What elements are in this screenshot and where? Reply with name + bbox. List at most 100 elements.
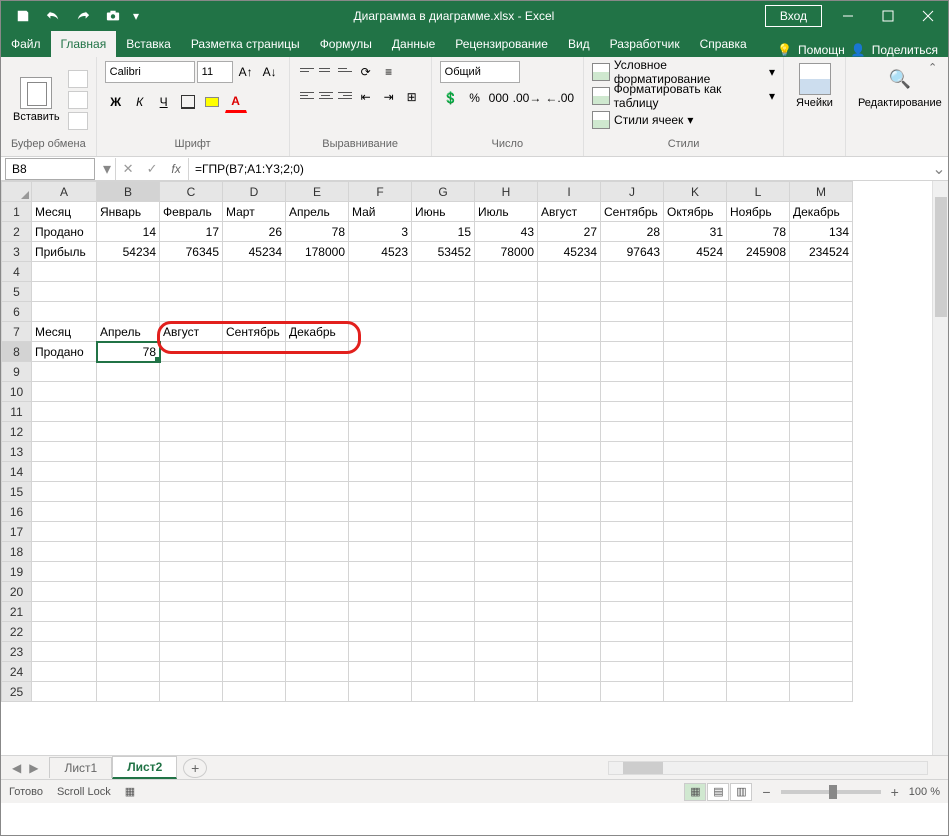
cell-M22[interactable] <box>790 622 853 642</box>
decrease-decimal-button[interactable]: ←.00 <box>544 87 575 109</box>
cell-F20[interactable] <box>349 582 412 602</box>
cell-G24[interactable] <box>412 662 475 682</box>
zoom-in-button[interactable]: + <box>891 784 899 800</box>
row-header-4[interactable]: 4 <box>2 262 32 282</box>
cell-D24[interactable] <box>223 662 286 682</box>
cell-I7[interactable] <box>538 322 601 342</box>
cell-M18[interactable] <box>790 542 853 562</box>
row-header-8[interactable]: 8 <box>2 342 32 362</box>
cut-button[interactable] <box>68 70 88 88</box>
cell-M5[interactable] <box>790 282 853 302</box>
tell-me-label[interactable]: Помощн <box>798 43 845 57</box>
cell-I8[interactable] <box>538 342 601 362</box>
fill-color-button[interactable] <box>201 91 223 113</box>
cell-C1[interactable]: Февраль <box>160 202 223 222</box>
grow-font-button[interactable]: A↑ <box>235 61 257 83</box>
cell-D2[interactable]: 26 <box>223 222 286 242</box>
cell-E6[interactable] <box>286 302 349 322</box>
cell-H8[interactable] <box>475 342 538 362</box>
cell-G2[interactable]: 15 <box>412 222 475 242</box>
cell-K24[interactable] <box>664 662 727 682</box>
collapse-ribbon-icon[interactable]: ⌃ <box>928 61 944 77</box>
cell-A6[interactable] <box>32 302 97 322</box>
row-header-10[interactable]: 10 <box>2 382 32 402</box>
cell-K16[interactable] <box>664 502 727 522</box>
cell-C20[interactable] <box>160 582 223 602</box>
cell-L6[interactable] <box>727 302 790 322</box>
cell-K10[interactable] <box>664 382 727 402</box>
orientation-button[interactable]: ⟳ <box>355 61 377 83</box>
align-bottom-button[interactable] <box>336 61 354 79</box>
cell-K7[interactable] <box>664 322 727 342</box>
zoom-slider[interactable] <box>781 790 881 794</box>
cell-A23[interactable] <box>32 642 97 662</box>
cell-C13[interactable] <box>160 442 223 462</box>
wrap-text-button[interactable]: ≡ <box>378 61 400 83</box>
cell-A19[interactable] <box>32 562 97 582</box>
cell-C22[interactable] <box>160 622 223 642</box>
format-painter-button[interactable] <box>68 112 88 130</box>
cell-B13[interactable] <box>97 442 160 462</box>
cell-B3[interactable]: 54234 <box>97 242 160 262</box>
row-header-24[interactable]: 24 <box>2 662 32 682</box>
tab-developer[interactable]: Разработчик <box>600 31 690 57</box>
cell-G21[interactable] <box>412 602 475 622</box>
cell-G7[interactable] <box>412 322 475 342</box>
cell-H24[interactable] <box>475 662 538 682</box>
col-header-E[interactable]: E <box>286 182 349 202</box>
cell-A9[interactable] <box>32 362 97 382</box>
vertical-scrollbar[interactable] <box>932 181 948 755</box>
cell-H13[interactable] <box>475 442 538 462</box>
cell-F13[interactable] <box>349 442 412 462</box>
cell-C7[interactable]: Август <box>160 322 223 342</box>
cell-B4[interactable] <box>97 262 160 282</box>
cell-H25[interactable] <box>475 682 538 702</box>
cell-G20[interactable] <box>412 582 475 602</box>
cell-D15[interactable] <box>223 482 286 502</box>
cell-D13[interactable] <box>223 442 286 462</box>
share-button[interactable]: Поделиться <box>872 43 938 57</box>
row-header-3[interactable]: 3 <box>2 242 32 262</box>
cell-K1[interactable]: Октябрь <box>664 202 727 222</box>
col-header-A[interactable]: A <box>32 182 97 202</box>
cell-E20[interactable] <box>286 582 349 602</box>
cell-F8[interactable] <box>349 342 412 362</box>
cell-M1[interactable]: Декабрь <box>790 202 853 222</box>
row-header-13[interactable]: 13 <box>2 442 32 462</box>
cell-F2[interactable]: 3 <box>349 222 412 242</box>
cell-J16[interactable] <box>601 502 664 522</box>
cell-E25[interactable] <box>286 682 349 702</box>
cell-I9[interactable] <box>538 362 601 382</box>
cell-D12[interactable] <box>223 422 286 442</box>
cell-M12[interactable] <box>790 422 853 442</box>
cell-K25[interactable] <box>664 682 727 702</box>
cell-L23[interactable] <box>727 642 790 662</box>
cell-L7[interactable] <box>727 322 790 342</box>
cell-L11[interactable] <box>727 402 790 422</box>
cell-A18[interactable] <box>32 542 97 562</box>
cell-D17[interactable] <box>223 522 286 542</box>
cell-J17[interactable] <box>601 522 664 542</box>
vscroll-thumb[interactable] <box>935 197 947 317</box>
cell-J23[interactable] <box>601 642 664 662</box>
sheet-nav-prev-icon[interactable]: ◀ <box>9 761 24 775</box>
cell-L4[interactable] <box>727 262 790 282</box>
tab-file[interactable]: Файл <box>1 31 51 57</box>
cell-A4[interactable] <box>32 262 97 282</box>
formula-input[interactable] <box>189 158 930 180</box>
cell-H9[interactable] <box>475 362 538 382</box>
col-header-L[interactable]: L <box>727 182 790 202</box>
enter-formula-button[interactable]: ✓ <box>140 158 164 180</box>
redo-icon[interactable] <box>69 4 97 28</box>
increase-decimal-button[interactable]: .00→ <box>512 87 543 109</box>
cell-F4[interactable] <box>349 262 412 282</box>
cell-J1[interactable]: Сентябрь <box>601 202 664 222</box>
cell-B9[interactable] <box>97 362 160 382</box>
cell-D22[interactable] <box>223 622 286 642</box>
cell-D3[interactable]: 45234 <box>223 242 286 262</box>
cancel-formula-button[interactable]: ✕ <box>116 158 140 180</box>
cell-H21[interactable] <box>475 602 538 622</box>
cell-C16[interactable] <box>160 502 223 522</box>
copy-button[interactable] <box>68 91 88 109</box>
cell-G16[interactable] <box>412 502 475 522</box>
